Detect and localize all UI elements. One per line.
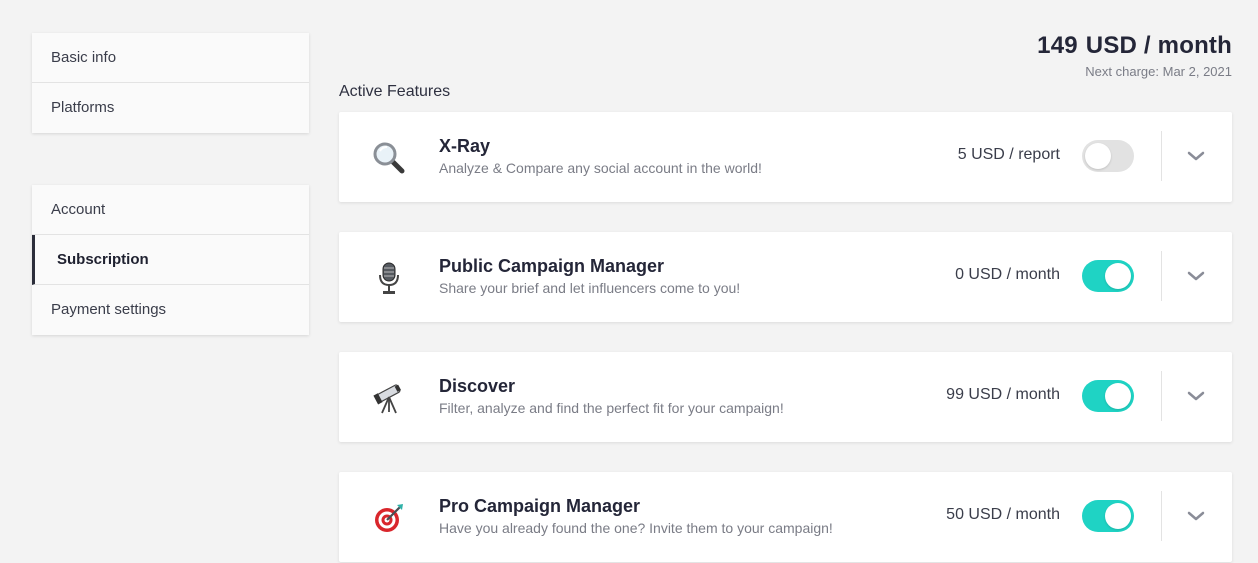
feature-toggle[interactable] — [1082, 380, 1134, 412]
feature-card-pro-campaign-manager: Pro Campaign Manager Have you already fo… — [339, 472, 1232, 562]
toggle-knob — [1085, 143, 1111, 169]
toggle-knob — [1105, 263, 1131, 289]
feature-description: Share your brief and let influencers com… — [439, 280, 741, 296]
feature-toggle[interactable] — [1082, 260, 1134, 292]
next-charge-date: Next charge: Mar 2, 2021 — [1085, 64, 1232, 79]
toggle-knob — [1105, 503, 1131, 529]
sidebar-item-platforms[interactable]: Platforms — [32, 83, 309, 133]
feature-card-discover: Discover Filter, analyze and find the pe… — [339, 352, 1232, 442]
feature-price: 99 USD / month — [946, 386, 1060, 403]
chevron-down-icon[interactable] — [1184, 146, 1208, 166]
divider — [1161, 371, 1162, 421]
microphone-icon — [371, 260, 407, 296]
feature-price: 0 USD / month — [955, 266, 1060, 283]
sidebar-item-basic-info[interactable]: Basic info — [32, 33, 309, 83]
feature-description: Filter, analyze and find the perfect fit… — [439, 400, 784, 416]
sidebar-item-account[interactable]: Account — [32, 185, 309, 235]
feature-name: Discover — [439, 376, 516, 396]
feature-card-public-campaign-manager: Public Campaign Manager Share your brief… — [339, 232, 1232, 322]
target-icon — [371, 500, 407, 536]
magnifier-icon — [371, 140, 407, 176]
feature-card-xray: X-Ray Analyze & Compare any social accou… — [339, 112, 1232, 202]
toggle-knob — [1105, 383, 1131, 409]
sidebar-item-subscription[interactable]: Subscription — [32, 235, 309, 285]
feature-description: Have you already found the one? Invite t… — [439, 520, 833, 536]
feature-name: Pro Campaign Manager — [439, 496, 641, 516]
feature-price: 50 USD / month — [946, 506, 1060, 523]
divider — [1161, 251, 1162, 301]
feature-name: X-Ray — [439, 136, 491, 156]
chevron-down-icon[interactable] — [1184, 506, 1208, 526]
total-unit: USD / month — [1085, 32, 1232, 59]
telescope-icon — [371, 380, 407, 416]
feature-name: Public Campaign Manager — [439, 256, 665, 276]
total-amount: 149 — [1037, 32, 1078, 59]
sidebar-account-group: Account Subscription Payment settings — [32, 185, 309, 335]
divider — [1161, 491, 1162, 541]
feature-toggle[interactable] — [1082, 500, 1134, 532]
subscription-summary: 149 USD / month Next charge: Mar 2, 2021 — [1037, 32, 1232, 79]
sidebar-item-payment-settings[interactable]: Payment settings — [32, 285, 309, 335]
feature-toggle[interactable] — [1082, 140, 1134, 172]
total-price: 149 USD / month — [1037, 32, 1232, 60]
section-title: Active Features — [339, 83, 451, 100]
chevron-down-icon[interactable] — [1184, 266, 1208, 286]
feature-description: Analyze & Compare any social account in … — [439, 160, 762, 176]
divider — [1161, 131, 1162, 181]
chevron-down-icon[interactable] — [1184, 386, 1208, 406]
sidebar-profile-group: Basic info Platforms — [32, 33, 309, 133]
feature-price: 5 USD / report — [957, 146, 1060, 163]
